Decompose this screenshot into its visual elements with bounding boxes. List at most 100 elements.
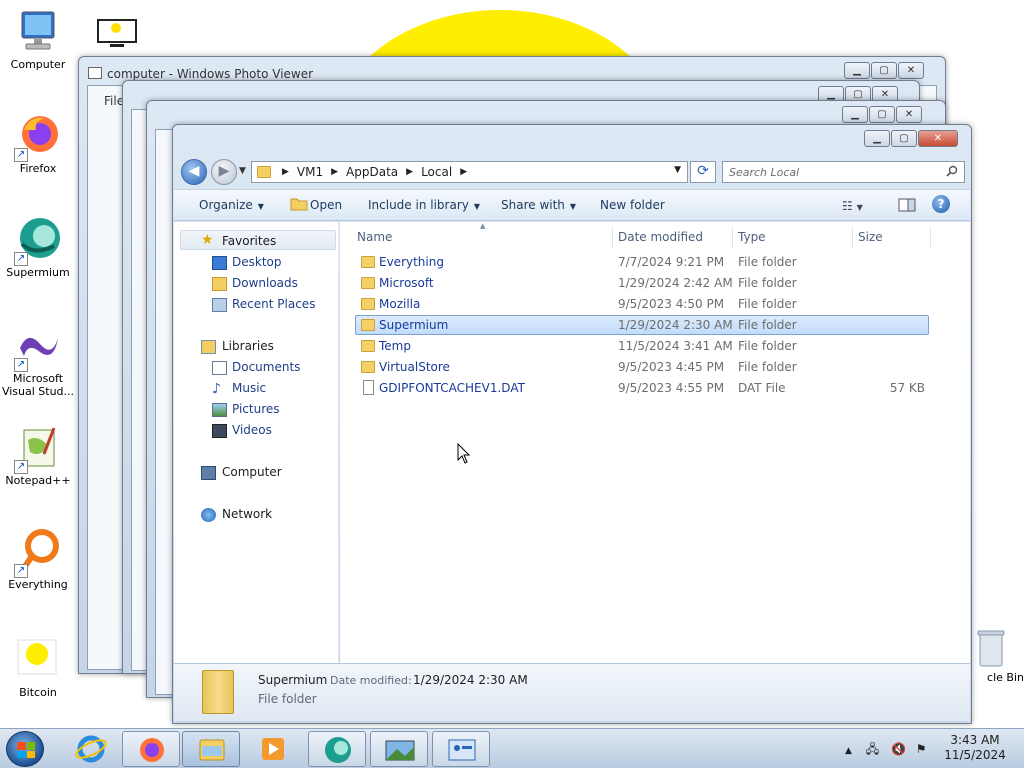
- column-divider[interactable]: [852, 226, 853, 248]
- taskbar-internet-explorer[interactable]: [62, 731, 120, 767]
- search-icon[interactable]: [946, 165, 958, 177]
- system-clock[interactable]: 3:43 AM 11/5/2024: [935, 733, 1015, 763]
- share-with-button[interactable]: Share with ▼: [501, 198, 576, 212]
- breadcrumb-separator-icon[interactable]: ▶: [402, 165, 417, 179]
- file-row[interactable]: Temp 11/5/2024 3:41 AM File folder: [355, 336, 929, 356]
- organize-button[interactable]: Organize ▼: [199, 198, 264, 212]
- maximize-button[interactable]: ▢: [891, 130, 917, 147]
- file-icon: [363, 380, 374, 395]
- nav-computer[interactable]: Computer: [222, 465, 282, 479]
- folder-icon: [361, 277, 375, 289]
- breadcrumb-separator-icon[interactable]: ▶: [278, 165, 293, 179]
- nav-music[interactable]: Music: [232, 381, 266, 395]
- window-controls[interactable]: ▁ ▢ ✕: [843, 62, 924, 80]
- sort-indicator-icon: ▲: [480, 222, 486, 230]
- column-header-type[interactable]: Type: [738, 230, 766, 244]
- nav-documents[interactable]: Documents: [232, 360, 300, 374]
- close-button[interactable]: ✕: [896, 106, 922, 123]
- desktop-icon-computer[interactable]: Computer: [0, 8, 76, 71]
- computer-icon: [14, 8, 62, 56]
- monitor-icon[interactable]: [96, 18, 138, 52]
- column-divider[interactable]: [732, 226, 733, 248]
- start-button[interactable]: [6, 731, 44, 767]
- explorer-window[interactable]: ▁ ▢ ✕ ◀ ▶ ▼ ▶ VM1 ▶ AppData ▶ Local ▶ ▼ ⟳: [172, 124, 972, 724]
- minimize-button[interactable]: ▁: [864, 130, 890, 147]
- file-row[interactable]: Mozilla 9/5/2023 4:50 PM File folder: [355, 294, 929, 314]
- address-dropdown-icon[interactable]: ▼: [674, 165, 681, 175]
- search-box[interactable]: [722, 161, 965, 183]
- file-row[interactable]: VirtualStore 9/5/2023 4:45 PM File folde…: [355, 357, 929, 377]
- preview-pane-icon[interactable]: [898, 198, 916, 212]
- minimize-button[interactable]: ▁: [842, 106, 868, 123]
- file-row[interactable]: Everything 7/7/2024 9:21 PM File folder: [355, 252, 929, 272]
- desktop-icon-firefox[interactable]: ↗ Firefox: [0, 112, 76, 175]
- back-button[interactable]: ◀: [181, 159, 207, 185]
- taskbar-control-panel[interactable]: [432, 731, 490, 767]
- folder-icon: [257, 166, 271, 178]
- breadcrumb-separator-icon[interactable]: ▶: [327, 165, 342, 179]
- nav-libraries[interactable]: Libraries: [222, 339, 274, 353]
- desktop-icon-everything[interactable]: ↗ Everything: [0, 528, 76, 591]
- search-input[interactable]: [729, 163, 939, 181]
- downloads-icon: [212, 277, 227, 291]
- file-row[interactable]: Microsoft 1/29/2024 2:42 AM File folder: [355, 273, 929, 293]
- mouse-cursor-icon: [457, 443, 471, 464]
- include-in-library-button[interactable]: Include in library ▼: [368, 198, 480, 212]
- network-tray-icon[interactable]: 🖧: [866, 742, 879, 756]
- shortcut-arrow-icon: ↗: [14, 252, 28, 266]
- breadcrumb-appdata[interactable]: AppData: [342, 165, 402, 179]
- desktop-icon-supermium[interactable]: ↗ Supermium: [0, 216, 76, 279]
- maximize-button[interactable]: ▢: [871, 62, 897, 79]
- breadcrumb-local[interactable]: Local: [417, 165, 456, 179]
- nav-favorites[interactable]: Favorites: [222, 234, 276, 248]
- window-controls[interactable]: ▁ ▢ ✕: [863, 130, 958, 148]
- taskbar-media-player[interactable]: [244, 731, 302, 767]
- supermium-icon: ↗: [14, 216, 62, 266]
- show-hidden-icons-icon[interactable]: ▲: [845, 746, 852, 756]
- help-icon[interactable]: ?: [932, 195, 950, 213]
- column-divider[interactable]: [930, 226, 931, 248]
- action-center-flag-icon[interactable]: ⚑: [916, 742, 927, 756]
- breadcrumb-separator-icon[interactable]: ▶: [456, 165, 471, 179]
- maximize-button[interactable]: ▢: [869, 106, 895, 123]
- clock-date: 11/5/2024: [944, 748, 1006, 762]
- file-row-selected[interactable]: Supermium 1/29/2024 2:30 AM File folder: [355, 315, 929, 335]
- new-folder-button[interactable]: New folder: [600, 198, 665, 212]
- address-bar[interactable]: ▶ VM1 ▶ AppData ▶ Local ▶ ▼: [251, 161, 688, 183]
- minimize-button[interactable]: ▁: [844, 62, 870, 79]
- refresh-button[interactable]: ⟳: [690, 161, 716, 183]
- column-header-size[interactable]: Size: [858, 230, 883, 244]
- view-options-icon[interactable]: ☷ ▼: [842, 199, 863, 213]
- nav-recent-places[interactable]: Recent Places: [232, 297, 315, 311]
- nav-desktop[interactable]: Desktop: [232, 255, 282, 269]
- open-button[interactable]: Open: [310, 198, 342, 212]
- file-date: 9/5/2023 4:50 PM: [618, 297, 725, 311]
- folder-icon: [361, 298, 375, 310]
- taskbar-supermium[interactable]: [308, 731, 366, 767]
- nav-pictures[interactable]: Pictures: [232, 402, 280, 416]
- volume-muted-icon[interactable]: 🔇: [891, 742, 906, 756]
- forward-button[interactable]: ▶: [211, 159, 237, 185]
- column-header-name[interactable]: Name: [357, 230, 392, 244]
- nav-network[interactable]: Network: [222, 507, 272, 521]
- column-header-date-modified[interactable]: Date modified: [618, 230, 703, 244]
- include-in-library-label: Include in library: [368, 198, 469, 212]
- close-button[interactable]: ✕: [898, 62, 924, 79]
- desktop-icon-notepadpp[interactable]: ↗ Notepad++: [0, 424, 76, 487]
- nav-downloads[interactable]: Downloads: [232, 276, 298, 290]
- control-panel-icon: [448, 739, 476, 761]
- file-date: 7/7/2024 9:21 PM: [618, 255, 725, 269]
- breadcrumb-vm1[interactable]: VM1: [293, 165, 327, 179]
- window-controls[interactable]: ▁ ▢ ✕: [841, 106, 922, 124]
- desktop-icon-visual-studio[interactable]: ↗ Microsoft Visual Stud...: [0, 322, 76, 398]
- desktop-icon-bitcoin[interactable]: Bitcoin: [0, 636, 76, 699]
- close-button[interactable]: ✕: [918, 130, 958, 147]
- taskbar-photo-viewer[interactable]: [370, 731, 428, 767]
- recent-pages-dropdown[interactable]: ▼: [239, 166, 246, 176]
- taskbar-windows-explorer[interactable]: [182, 731, 240, 767]
- file-row[interactable]: GDIPFONTCACHEV1.DAT 9/5/2023 4:55 PM DAT…: [355, 378, 929, 398]
- firefox-icon: ↗: [14, 112, 62, 162]
- taskbar-firefox[interactable]: [122, 731, 180, 767]
- column-divider[interactable]: [612, 226, 613, 248]
- nav-videos[interactable]: Videos: [232, 423, 272, 437]
